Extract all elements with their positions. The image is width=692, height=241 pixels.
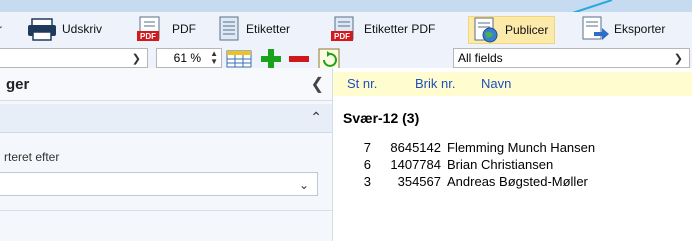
- labels-pdf-icon: PDF: [331, 16, 354, 41]
- column-header-st[interactable]: St nr.: [347, 72, 377, 96]
- left-panel: ger ❮ ⌃ rteret efter ⌄: [0, 68, 333, 241]
- publish-icon: [474, 17, 498, 43]
- collapse-panel-icon[interactable]: ❮: [311, 74, 324, 94]
- export-label: Eksporter: [614, 22, 666, 36]
- sort-label: rteret efter: [4, 150, 60, 164]
- labels-button[interactable]: Etiketter: [216, 16, 290, 42]
- row-brik: 8645142: [390, 140, 441, 155]
- add-icon[interactable]: [260, 48, 282, 70]
- printer-icon: [28, 18, 56, 41]
- chevron-down-icon: ❯: [131, 53, 141, 65]
- refresh-icon[interactable]: [318, 48, 340, 70]
- toolbar: r Udskriv PDF PDF: [0, 12, 692, 70]
- publish-label: Publicer: [505, 23, 549, 37]
- table-icon[interactable]: [226, 50, 252, 68]
- sort-select[interactable]: ⌄: [0, 172, 318, 196]
- row-st: 3: [363, 174, 371, 189]
- field-select-value: All fields: [458, 51, 503, 65]
- left-panel-header: ger ❮: [0, 68, 332, 101]
- zoom-field[interactable]: 61 % ▲ ▼: [156, 48, 222, 68]
- svg-text:PDF: PDF: [334, 32, 350, 41]
- divider: [0, 210, 332, 211]
- print-button[interactable]: Udskriv: [26, 16, 102, 42]
- column-header-brik[interactable]: Brik nr.: [415, 72, 455, 96]
- chevron-down-icon: ⌄: [298, 178, 309, 192]
- remove-icon[interactable]: [288, 48, 310, 70]
- pdf-label: PDF: [172, 22, 196, 36]
- row-navn: Brian Christiansen: [447, 157, 554, 172]
- chevron-up-icon[interactable]: ⌃: [310, 109, 322, 126]
- row-st: 6: [363, 157, 371, 172]
- left-panel-title: ger: [6, 76, 30, 93]
- print-label: Udskriv: [62, 22, 103, 36]
- zoom-value: 61 %: [173, 51, 201, 65]
- row-navn: Flemming Munch Hansen: [447, 140, 596, 155]
- toolbar-actions: r Udskriv PDF PDF: [0, 12, 692, 46]
- row-navn: Andreas Bøgsted-Møller: [447, 174, 588, 189]
- publish-button[interactable]: Publicer: [468, 16, 556, 44]
- chevron-down-icon: ❯: [673, 53, 683, 65]
- row-brik: 354567: [397, 174, 441, 189]
- column-header-navn[interactable]: Navn: [481, 72, 511, 96]
- export-icon: [582, 16, 609, 40]
- field-select[interactable]: All fields ❯: [453, 48, 690, 68]
- view-select[interactable]: ❯: [0, 48, 148, 68]
- svg-text:PDF: PDF: [140, 32, 156, 41]
- labels-icon: [219, 16, 239, 41]
- results-panel: St nr. Brik nr. Navn Svær-12 (3) 7 86451…: [333, 68, 692, 241]
- column-header-row: St nr. Brik nr. Navn: [333, 72, 692, 96]
- row-st: 7: [363, 140, 371, 155]
- zoom-spinner[interactable]: ▲ ▼: [210, 50, 218, 66]
- labels-label: Etiketter: [246, 22, 291, 36]
- export-button[interactable]: Eksporter: [580, 16, 665, 42]
- row-brik: 1407784: [390, 157, 441, 172]
- group-heading: Svær-12 (3): [343, 110, 420, 126]
- sort-section-header[interactable]: ⌃: [0, 104, 332, 133]
- labels-pdf-label: Etiketter PDF: [364, 22, 436, 36]
- pdf-button[interactable]: PDF PDF: [136, 16, 196, 42]
- toolbar-secondary: ❯ 61 % ▲ ▼ All fields ❯: [0, 46, 692, 70]
- labels-pdf-button[interactable]: PDF Etiketter PDF: [330, 16, 435, 42]
- truncated-label: r: [0, 16, 2, 42]
- pdf-icon: PDF: [137, 16, 160, 41]
